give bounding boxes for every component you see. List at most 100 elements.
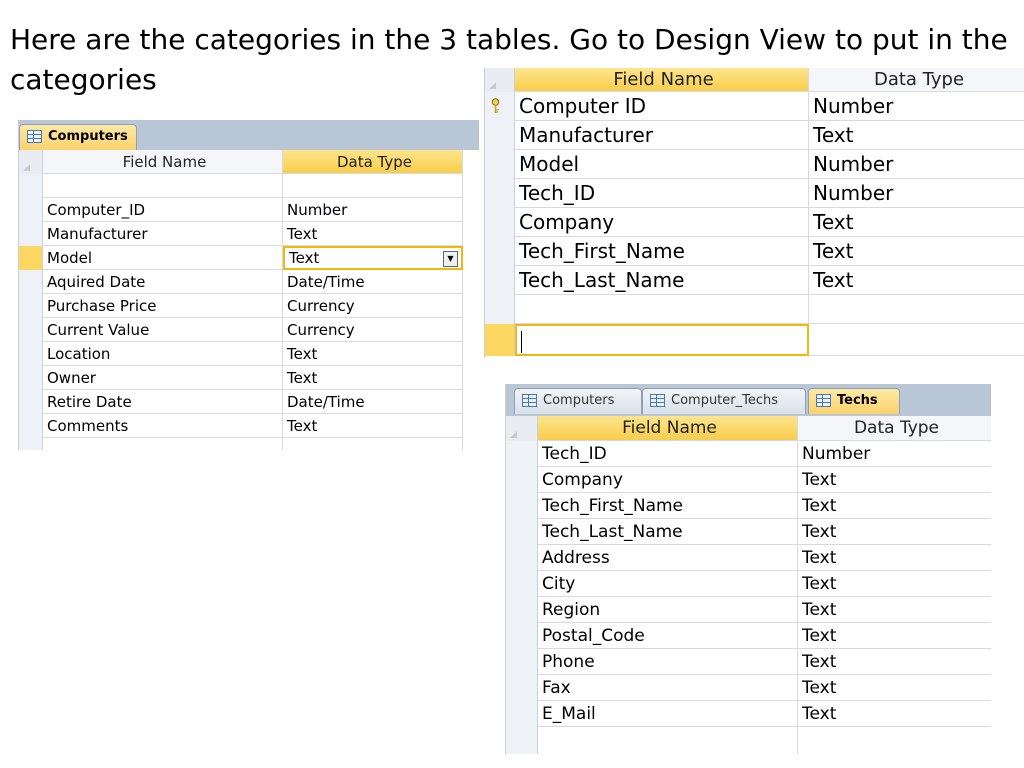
data-type-cell[interactable]: Number (798, 441, 991, 467)
data-type-cell[interactable]: Text (798, 623, 991, 649)
row-selector[interactable] (506, 493, 538, 519)
field-name-cell[interactable] (43, 438, 283, 450)
field-name-cell[interactable] (538, 727, 798, 754)
row-selector[interactable] (19, 270, 43, 294)
field-name-cell[interactable]: Tech_First_Name (538, 493, 798, 519)
field-name-cell[interactable]: Current Value (43, 318, 283, 342)
table-row[interactable]: Phone Text (506, 649, 991, 675)
row-selector[interactable] (19, 294, 43, 318)
table-row[interactable]: Company Text (485, 208, 1024, 237)
data-type-cell[interactable]: Text (798, 571, 991, 597)
data-type-cell[interactable]: Text (809, 121, 1024, 150)
data-type-cell[interactable]: Text (809, 266, 1024, 295)
row-selector[interactable] (19, 222, 43, 246)
row-selector[interactable] (19, 414, 43, 438)
data-type-select[interactable]: Text ▼ (283, 246, 463, 270)
data-type-cell[interactable]: Number (809, 92, 1024, 121)
table-row[interactable]: Current Value Currency (19, 318, 479, 342)
table-row[interactable]: Manufacturer Text (485, 121, 1024, 150)
data-type-cell[interactable]: Text (798, 519, 991, 545)
data-type-cell[interactable] (809, 295, 1024, 324)
table-row[interactable]: Tech_First_Name Text (506, 493, 991, 519)
table-row[interactable]: Fax Text (506, 675, 991, 701)
data-type-cell[interactable] (283, 438, 463, 450)
data-type-cell[interactable]: Text (809, 237, 1024, 266)
field-name-cell[interactable]: Company (515, 208, 809, 237)
data-type-cell[interactable]: Text (809, 208, 1024, 237)
table-row-new[interactable] (19, 438, 479, 450)
row-selector[interactable] (485, 121, 515, 150)
data-type-cell[interactable]: Text (798, 649, 991, 675)
data-type-cell[interactable]: Text (798, 545, 991, 571)
table-row[interactable]: Address Text (506, 545, 991, 571)
field-name-cell[interactable]: City (538, 571, 798, 597)
field-name-cell[interactable]: Aquired Date (43, 270, 283, 294)
row-selector[interactable] (19, 318, 43, 342)
row-selector[interactable] (485, 92, 515, 121)
tab-computer-techs[interactable]: Computer_Techs (642, 388, 806, 414)
row-selector[interactable] (506, 727, 538, 754)
data-type-cell[interactable]: Number (809, 150, 1024, 179)
field-name-cell[interactable]: Manufacturer (515, 121, 809, 150)
tab-computers[interactable]: Computers (19, 124, 137, 150)
row-selector[interactable] (485, 295, 515, 324)
row-selector-current[interactable] (485, 324, 515, 356)
row-selector[interactable] (19, 198, 43, 222)
dropdown-arrow-icon[interactable]: ▼ (443, 251, 458, 267)
data-type-cell[interactable]: Text (283, 342, 463, 366)
field-name-cell[interactable]: Address (538, 545, 798, 571)
data-type-cell[interactable]: Text (798, 467, 991, 493)
table-row[interactable]: Computer_ID Number (19, 198, 479, 222)
table-row[interactable]: Comments Text (19, 414, 479, 438)
field-name-cell[interactable]: Tech_ID (515, 179, 809, 208)
field-name-cell[interactable]: Fax (538, 675, 798, 701)
field-name-cell[interactable]: Tech_First_Name (515, 237, 809, 266)
field-name-cell[interactable]: Location (43, 342, 283, 366)
data-type-cell[interactable] (798, 727, 991, 754)
field-name-cell[interactable]: Tech_ID (538, 441, 798, 467)
table-row[interactable]: Aquired Date Date/Time (19, 270, 479, 294)
field-name-cell[interactable]: E_Mail (538, 701, 798, 727)
row-selector[interactable] (506, 701, 538, 727)
table-row-primary-key[interactable]: Computer ID Number (485, 92, 1024, 121)
table-row[interactable]: Company Text (506, 467, 991, 493)
table-row[interactable]: Purchase Price Currency (19, 294, 479, 318)
table-row[interactable]: Location Text (19, 342, 479, 366)
row-selector[interactable] (506, 441, 538, 467)
data-type-cell[interactable]: Text (283, 366, 463, 390)
field-name-cell[interactable]: Region (538, 597, 798, 623)
table-row[interactable]: Region Text (506, 597, 991, 623)
data-type-cell[interactable]: Text (283, 222, 463, 246)
data-type-cell[interactable]: Text (798, 701, 991, 727)
row-selector[interactable] (506, 597, 538, 623)
data-type-cell[interactable] (283, 174, 463, 198)
field-name-cell[interactable] (515, 295, 809, 324)
field-name-cell[interactable]: Model (515, 150, 809, 179)
field-name-cell[interactable]: Manufacturer (43, 222, 283, 246)
row-selector[interactable] (19, 438, 43, 450)
table-row-selected[interactable]: Model Text ▼ (19, 246, 479, 270)
table-row-new[interactable] (506, 727, 991, 754)
table-row-new[interactable] (485, 324, 1024, 356)
row-selector[interactable] (19, 366, 43, 390)
table-row[interactable]: Tech_First_Name Text (485, 237, 1024, 266)
data-type-cell[interactable]: Date/Time (283, 390, 463, 414)
field-name-cell[interactable]: Tech_Last_Name (538, 519, 798, 545)
field-name-input[interactable] (515, 324, 809, 356)
row-selector[interactable] (485, 208, 515, 237)
field-name-cell[interactable] (43, 174, 283, 198)
field-name-cell[interactable]: Purchase Price (43, 294, 283, 318)
row-selector[interactable] (19, 342, 43, 366)
field-name-cell[interactable]: Postal_Code (538, 623, 798, 649)
table-row[interactable]: Manufacturer Text (19, 222, 479, 246)
row-selector[interactable] (506, 649, 538, 675)
row-selector[interactable] (506, 545, 538, 571)
tab-techs[interactable]: Techs (808, 388, 900, 414)
table-row-empty[interactable] (485, 295, 1024, 324)
data-type-cell[interactable]: Currency (283, 294, 463, 318)
table-row[interactable]: Postal_Code Text (506, 623, 991, 649)
table-row[interactable]: Model Number (485, 150, 1024, 179)
row-selector[interactable] (506, 467, 538, 493)
data-type-cell[interactable] (809, 324, 1024, 356)
field-name-cell[interactable]: Computer ID (515, 92, 809, 121)
